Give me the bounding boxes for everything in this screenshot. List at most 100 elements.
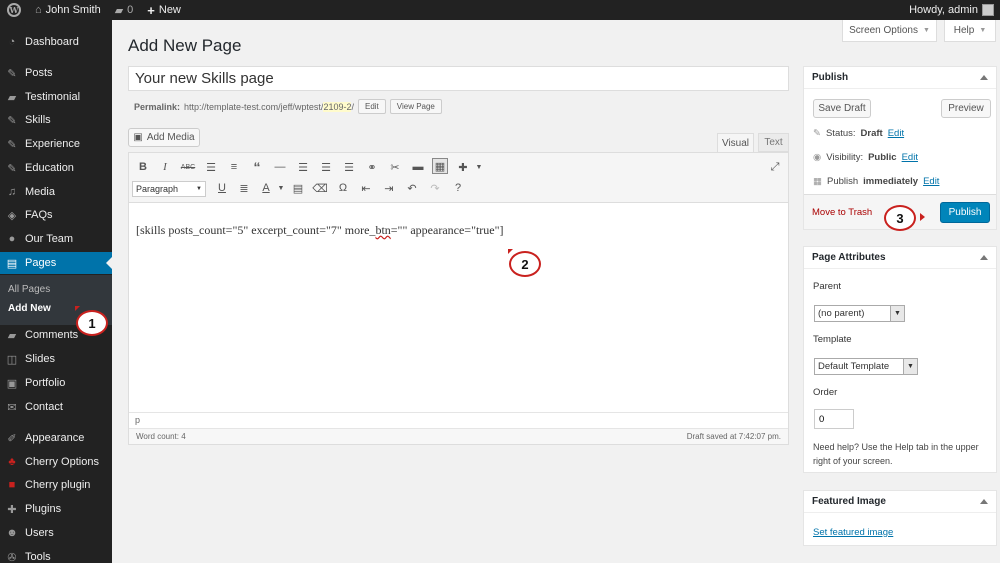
submenu-all-pages[interactable]: All Pages <box>8 284 50 295</box>
special-character-icon[interactable]: Ω <box>335 180 351 196</box>
blockquote-icon[interactable]: “ <box>249 159 265 175</box>
italic-icon[interactable]: I <box>157 159 173 175</box>
sidebar-item-dashboard[interactable]: ◔ Dashboard <box>0 31 112 53</box>
clear-formatting-icon[interactable]: ⌫ <box>312 180 328 196</box>
sidebar-item-label: Testimonial <box>25 91 81 103</box>
sidebar-item-slides[interactable]: ◫ Slides <box>0 348 112 370</box>
view-page-button[interactable]: View Page <box>389 99 442 114</box>
sidebar-item-appearance[interactable]: ✐ Appearance <box>0 427 112 449</box>
order-input[interactable] <box>814 409 854 429</box>
post-title-input[interactable] <box>128 66 789 91</box>
align-left-icon[interactable]: ☰ <box>295 159 311 175</box>
sidebar-item-contact[interactable]: ✉ Contact <box>0 396 112 418</box>
dashboard-icon: ◔ <box>8 36 16 48</box>
page-icon: ▤ <box>6 257 18 270</box>
shortcode-plugin-icon[interactable]: ✚ <box>455 159 471 175</box>
sidebar-item-tools[interactable]: ✇ Tools <box>0 546 112 563</box>
justify-icon[interactable]: ≣ <box>236 180 252 196</box>
plus-icon: + <box>147 2 155 18</box>
parent-select[interactable]: (no parent) ▼ <box>814 305 905 322</box>
move-to-trash-link[interactable]: Move to Trash <box>812 207 872 218</box>
chevron-down-icon[interactable]: ▼ <box>471 159 487 175</box>
outdent-icon[interactable]: ⇤ <box>358 180 374 196</box>
tab-text[interactable]: Text <box>758 133 789 152</box>
editor-content[interactable]: [skills posts_count="5" excerpt_count="7… <box>136 223 504 238</box>
permalink-edit-button[interactable]: Edit <box>357 99 386 114</box>
edit-publish-date-link[interactable]: Edit <box>923 176 939 187</box>
help-icon[interactable]: ? <box>450 180 466 196</box>
collapse-arrow-icon[interactable] <box>980 499 988 504</box>
preview-button[interactable]: Preview <box>941 99 991 118</box>
sidebar-item-label: Experience <box>25 138 81 150</box>
indent-icon[interactable]: ⇥ <box>381 180 397 196</box>
featured-image-header[interactable]: Featured Image <box>804 491 996 513</box>
numbered-list-icon[interactable]: ≡ <box>226 159 242 175</box>
sidebar-item-faqs[interactable]: ◈ FAQs <box>0 204 112 226</box>
collapse-arrow-icon[interactable] <box>980 75 988 80</box>
comments-menu[interactable]: ▰ 0 <box>108 0 141 20</box>
redo-icon[interactable]: ↷ <box>427 180 443 196</box>
sidebar-item-cherry-options[interactable]: ♣ Cherry Options <box>0 451 112 473</box>
add-media-button[interactable]: ▣ Add Media <box>128 128 200 147</box>
sidebar-item-testimonial[interactable]: ▰ Testimonial <box>0 86 112 108</box>
undo-icon[interactable]: ↶ <box>404 180 420 196</box>
chevron-down-icon: ▼ <box>890 306 904 321</box>
publish-box-header[interactable]: Publish <box>804 67 996 89</box>
align-center-icon[interactable]: ☰ <box>318 159 334 175</box>
sidebar-item-experience[interactable]: ✎ Experience <box>0 133 112 155</box>
permalink-url[interactable]: http://template-test.com/jeff/wptest/210… <box>184 101 354 112</box>
insert-link-icon[interactable]: ⚭ <box>364 159 380 175</box>
paste-text-icon[interactable]: ▤ <box>290 180 306 196</box>
sidebar-item-our-team[interactable]: ● Our Team <box>0 228 112 250</box>
draft-saved-status: Draft saved at 7:42:07 pm. <box>686 432 781 441</box>
set-featured-image-link[interactable]: Set featured image <box>813 527 893 538</box>
edit-status-link[interactable]: Edit <box>888 128 904 139</box>
sidebar-item-education[interactable]: ✎ Education <box>0 157 112 179</box>
bold-icon[interactable]: B <box>135 159 151 175</box>
align-right-icon[interactable]: ☰ <box>341 159 357 175</box>
site-name-menu[interactable]: ⌂ John Smith <box>28 0 108 20</box>
template-select[interactable]: Default Template ▼ <box>814 358 918 375</box>
page-attributes-header[interactable]: Page Attributes <box>804 247 996 269</box>
marker-pointer <box>75 306 80 311</box>
remove-link-icon[interactable]: ✂ <box>387 159 403 175</box>
tab-visual[interactable]: Visual <box>717 133 754 152</box>
edit-visibility-link[interactable]: Edit <box>902 152 918 163</box>
account-menu[interactable]: Howdy, admin <box>909 4 1000 16</box>
underline-icon[interactable]: U <box>214 180 230 196</box>
sidebar-item-pages[interactable]: ▤ Pages <box>0 252 112 274</box>
sidebar-item-cherry-plugin[interactable]: ■ Cherry plugin <box>0 474 112 496</box>
sidebar-item-skills[interactable]: ✎ Skills <box>0 109 112 131</box>
format-select[interactable]: Paragraph ▼ <box>132 181 206 197</box>
sidebar-item-plugins[interactable]: ✚ Plugins <box>0 498 112 520</box>
read-more-icon[interactable]: ▬ <box>410 159 426 175</box>
annotation-marker-2: 2 <box>509 251 541 277</box>
sidebar-item-media[interactable]: ♫ Media <box>0 181 112 203</box>
toolbar-toggle-icon[interactable]: ▦ <box>432 158 448 174</box>
save-draft-button[interactable]: Save Draft <box>813 99 871 118</box>
chevron-down-icon: ▼ <box>923 27 930 34</box>
collapse-arrow-icon[interactable] <box>980 255 988 260</box>
new-content-menu[interactable]: + New <box>140 0 188 20</box>
screen-options-button[interactable]: Screen Options ▼ <box>842 20 937 42</box>
sidebar-item-label: Pages <box>25 257 57 269</box>
sidebar-item-users[interactable]: ☻ Users <box>0 522 112 544</box>
text-color-icon[interactable]: A <box>258 180 274 196</box>
pin-icon: ✎ <box>7 138 17 151</box>
post-status-row: ✎ Status: Draft Edit <box>813 128 904 139</box>
fullscreen-icon[interactable]: ⤢ <box>767 159 783 175</box>
sidebar-item-posts[interactable]: ✎ Posts <box>0 62 112 84</box>
horizontal-line-icon[interactable]: — <box>272 159 288 175</box>
bullet-list-icon[interactable]: ☰ <box>203 159 219 175</box>
wp-logo-menu[interactable]: W <box>0 0 28 20</box>
wrench-icon: ✇ <box>7 551 17 563</box>
help-button[interactable]: Help ▼ <box>944 20 996 42</box>
sidebar-item-label: Education <box>25 162 74 174</box>
speech-bubble-icon: ▰ <box>7 329 17 342</box>
chevron-down-icon: ▼ <box>903 359 917 374</box>
sidebar-item-portfolio[interactable]: ▣ Portfolio <box>0 372 112 394</box>
strikethrough-icon[interactable]: ABC <box>180 159 196 175</box>
publish-button[interactable]: Publish <box>940 202 990 223</box>
submenu-add-new[interactable]: Add New <box>8 303 51 314</box>
chevron-down-icon[interactable]: ▼ <box>273 180 289 196</box>
